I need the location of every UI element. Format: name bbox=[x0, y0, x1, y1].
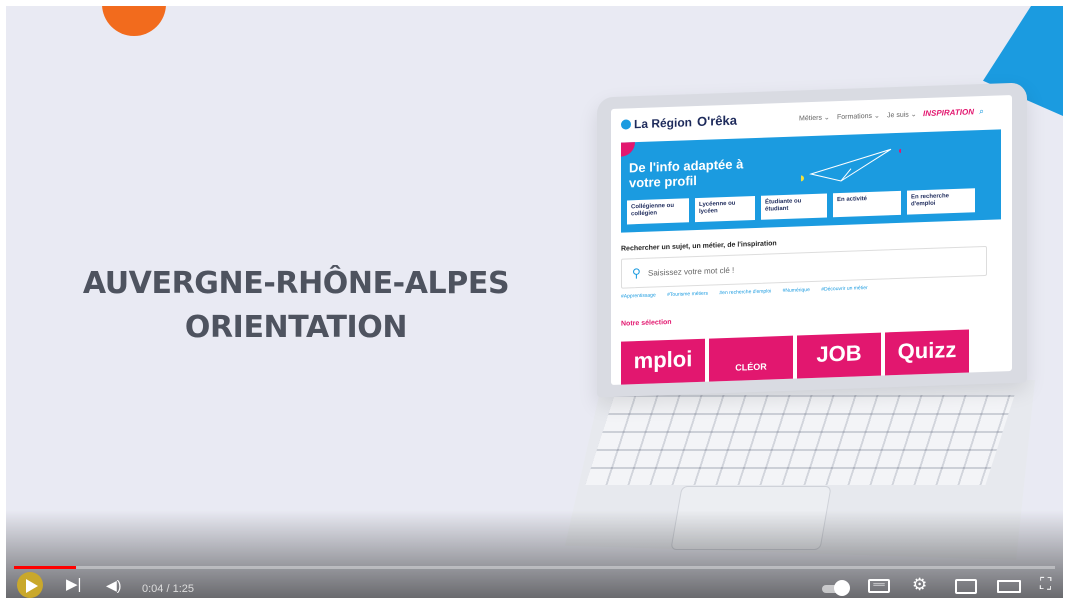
region-logo-icon bbox=[621, 119, 631, 130]
tile-quizz: Quizz bbox=[885, 329, 969, 386]
fullscreen-icon[interactable]: ⛶ bbox=[1040, 576, 1051, 594]
hero-banner: De l'info adaptée à votre profil Collégi… bbox=[621, 129, 1001, 233]
profile-chip-collegien: Collégienne ou collégien bbox=[627, 198, 689, 225]
hero-pink-corner bbox=[621, 142, 635, 157]
hero-title: De l'info adaptée à votre profil bbox=[629, 156, 744, 191]
la-region-logo: La Région bbox=[621, 115, 692, 131]
orange-circle-decoration bbox=[102, 6, 166, 36]
nav-inspiration: INSPIRATION bbox=[923, 107, 974, 119]
video-headline: AUVERGNE-RHÔNE-ALPES ORIENTATION bbox=[26, 262, 566, 350]
progress-bar[interactable] bbox=[14, 566, 1055, 569]
progress-bar-played bbox=[14, 566, 77, 569]
profile-chip-en-activite: En activité bbox=[833, 190, 901, 218]
tile-emploi: mploi bbox=[621, 338, 705, 386]
site-search-icon: ⌕ bbox=[979, 105, 985, 117]
volume-icon[interactable]: ◀) bbox=[106, 576, 121, 594]
next-icon[interactable]: ▶| bbox=[66, 576, 81, 594]
nav-je-suis: Je suis ⌄ bbox=[887, 111, 917, 120]
site-search-box: ⚲ Saisissez votre mot clé ! bbox=[621, 245, 987, 289]
autoplay-knob[interactable] bbox=[834, 580, 850, 596]
tag: #Tourisme métiers bbox=[667, 290, 708, 299]
theater-mode-icon[interactable] bbox=[997, 580, 1021, 593]
headline-line-2: ORIENTATION bbox=[184, 310, 408, 345]
search-icon: ⚲ bbox=[632, 265, 641, 281]
tile-cleor: CLÉOR bbox=[709, 335, 793, 386]
miniplayer-icon[interactable] bbox=[955, 579, 977, 594]
tile-job: JOB bbox=[797, 332, 881, 386]
settings-gear-icon[interactable]: ⚙ bbox=[912, 576, 927, 594]
profile-chip-lyceen: Lycéenne ou lycéen bbox=[695, 195, 755, 223]
subtitles-icon[interactable]: ══ bbox=[868, 579, 890, 593]
tag: #Numérique bbox=[782, 287, 810, 295]
time-display: 0:04 / 1:25 bbox=[142, 583, 194, 595]
paper-plane-icon bbox=[801, 148, 901, 182]
tag: #en recherche d'emploi bbox=[719, 288, 772, 297]
laptop-lid: La Région O'rêka Métiers ⌄ Formations ⌄ … bbox=[597, 82, 1027, 398]
tag: #Découvrir un métier bbox=[821, 285, 868, 293]
nav-metiers: Métiers ⌄ bbox=[799, 114, 830, 123]
headline-line-1: AUVERGNE-RHÔNE-ALPES bbox=[82, 266, 510, 301]
laptop-keyboard bbox=[585, 395, 1015, 485]
search-label: Rechercher un sujet, un métier, de l'ins… bbox=[621, 240, 777, 253]
profile-chip-etudiant: Étudiante ou étudiant bbox=[761, 193, 827, 220]
nav-formations: Formations ⌄ bbox=[837, 112, 880, 122]
search-placeholder: Saisissez votre mot clé ! bbox=[648, 265, 735, 278]
selection-label: Notre sélection bbox=[621, 318, 672, 328]
oreka-logo: O'rêka bbox=[697, 112, 737, 130]
laptop-screen: La Région O'rêka Métiers ⌄ Formations ⌄ … bbox=[611, 95, 1012, 386]
tag: #Apprentissage bbox=[621, 292, 656, 300]
profile-chip-recherche-emploi: En recherche d'emploi bbox=[907, 188, 975, 215]
play-icon bbox=[26, 579, 38, 593]
